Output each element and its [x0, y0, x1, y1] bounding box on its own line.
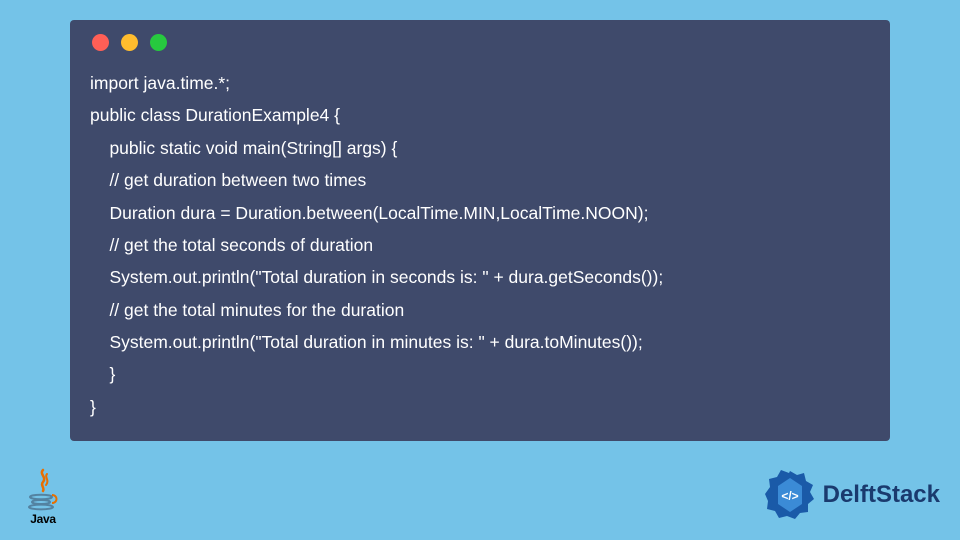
zoom-icon[interactable] — [150, 34, 167, 51]
close-icon[interactable] — [92, 34, 109, 51]
java-logo-label: Java — [20, 512, 66, 526]
svg-text:</>: </> — [781, 489, 798, 503]
code-window: import java.time.*; public class Duratio… — [70, 20, 890, 441]
code-block: import java.time.*; public class Duratio… — [70, 61, 890, 423]
minimize-icon[interactable] — [121, 34, 138, 51]
java-cup-icon — [26, 468, 60, 512]
delftstack-logo: </> DelftStack — [763, 468, 940, 522]
delftstack-logo-label: DelftStack — [823, 481, 940, 509]
delftstack-badge-icon: </> — [763, 468, 817, 522]
window-titlebar — [70, 20, 890, 61]
java-logo: Java — [20, 468, 66, 526]
